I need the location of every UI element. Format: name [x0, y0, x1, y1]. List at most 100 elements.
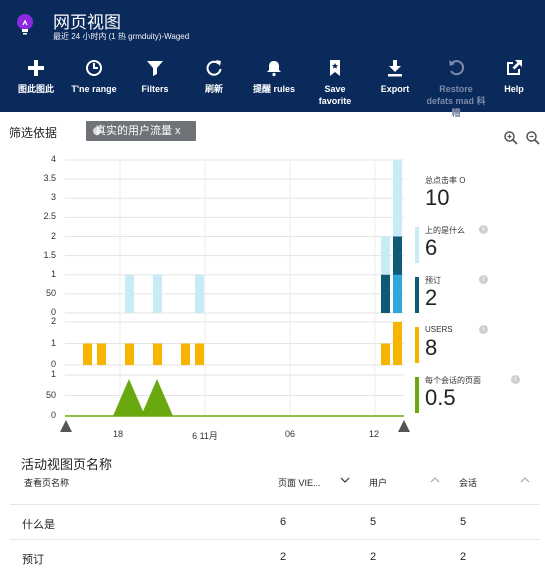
x-tick-label: 18: [112, 429, 123, 439]
metric-value: 6: [425, 235, 438, 260]
chart-bar: [97, 343, 106, 365]
header-bar: 网页视图 最近 24 小时内 (1 热 grmduity)-Waged: [0, 0, 545, 50]
undo-icon: [449, 60, 465, 76]
charts-svg: [60, 159, 410, 432]
cell-page-name: 什么是: [22, 519, 55, 531]
chart-bar: [153, 274, 162, 313]
y-tick-label: 1: [50, 369, 56, 379]
cell-sessions: 5: [460, 516, 467, 528]
save-favorite-button[interactable]: Save favorite: [305, 50, 365, 112]
metric-color-bar: [415, 227, 419, 263]
y-tick-label: 2.5: [43, 211, 56, 222]
clock-icon: [86, 60, 102, 76]
info-icon[interactable]: i: [511, 375, 520, 384]
chart-bar: [393, 322, 402, 365]
y-tick-label: 3: [50, 192, 56, 203]
alert-rules-button[interactable]: 提醒 rules: [244, 50, 304, 112]
metric-value: 0.5: [425, 385, 456, 410]
col-header-name[interactable]: 查看页名称: [24, 476, 69, 489]
y-tick-label: 2: [50, 230, 56, 241]
refresh-icon: [206, 60, 222, 76]
y-tick-label: 0: [50, 410, 56, 420]
toolbar: 图此图此 T'ne range Filters 刷新 提醒 rules Save…: [0, 50, 545, 118]
chart-bar: [83, 343, 92, 365]
chart-bar: [381, 343, 390, 365]
restore-defaults-button[interactable]: Restore defats mad 科糟: [426, 50, 486, 118]
chart-bar: [125, 343, 134, 365]
plus-icon: [28, 60, 44, 76]
chart-area: 4 3.5 3 2.5 2 1.5 1 50 0 210 1 50 0 18 6 11月 06 12: [0, 150, 412, 441]
external-link-icon: [507, 60, 522, 75]
info-icon[interactable]: i: [479, 325, 488, 334]
cell-sessions: 2: [460, 551, 467, 563]
x-tick-label: 12: [368, 429, 379, 439]
chart-bar: [153, 343, 162, 365]
y-tick-label: 1: [50, 268, 56, 279]
metric-tile[interactable]: 每个会话的页面 0.5 i: [413, 375, 538, 415]
metric-color-bar: [415, 277, 419, 313]
col-header-pageviews[interactable]: 页面 VIE...: [278, 476, 321, 489]
cell-pageviews: 6: [280, 516, 287, 528]
y-tick-label: 50: [45, 287, 56, 298]
info-icon[interactable]: i: [479, 275, 488, 284]
table-row[interactable]: 什么是 6 5 5: [10, 504, 540, 540]
zoom-out-icon[interactable]: [525, 130, 541, 146]
chart-bar: [381, 274, 390, 313]
x-tick-label: 06: [284, 429, 295, 439]
sort-desc-icon[interactable]: [340, 476, 350, 484]
area-peak: [141, 379, 173, 416]
y-tick-label: 1.5: [43, 249, 56, 260]
cell-users: 5: [370, 516, 377, 528]
filter-label: 筛选依据: [9, 126, 58, 140]
bookmark-icon: [330, 60, 340, 76]
add-button[interactable]: 图此图此: [6, 50, 66, 112]
metric-tile[interactable]: 预订 2i: [413, 275, 538, 315]
table-title: 活动视图页名称: [21, 457, 113, 472]
metric-value: 2: [425, 285, 438, 310]
col-header-users[interactable]: 用户: [369, 476, 387, 489]
y-tick-label: 3.5: [43, 173, 56, 184]
filter-chip[interactable]: 真实的用户流量 x: [86, 121, 196, 141]
zoom-in-icon[interactable]: [503, 130, 519, 146]
chart-bar: [393, 274, 402, 313]
col-header-sessions[interactable]: 会话: [459, 476, 477, 489]
y-tick-label: 2: [50, 316, 56, 326]
y-tick-label: 0: [50, 359, 56, 369]
sort-asc-icon[interactable]: [430, 476, 440, 484]
page-subtitle: 最近 24 小时内 (1 热 grmduity)-Waged: [53, 32, 190, 41]
chart-bar: [125, 274, 134, 313]
y-tick-label: 4: [50, 154, 56, 164]
y-tick-label: 50: [45, 389, 56, 400]
bell-icon: [267, 61, 281, 77]
metric-color-bar: [415, 327, 419, 363]
metric-color-bar: [415, 377, 419, 413]
cell-users: 2: [370, 551, 377, 563]
help-button[interactable]: Help: [486, 50, 542, 112]
metric-tile[interactable]: 上的是什么 6i: [413, 225, 538, 265]
metric-tile[interactable]: USERS 8 i: [413, 325, 538, 365]
metric-color-bar: [415, 177, 419, 213]
x-tick-label: 6 11月: [192, 431, 218, 441]
chart-bar: [195, 274, 204, 313]
lightbulb-icon: [17, 14, 33, 35]
page-title: 网页视图: [53, 13, 121, 32]
sort-asc-icon[interactable]: [520, 476, 530, 484]
refresh-button[interactable]: 刷新: [184, 50, 244, 112]
range-start-handle: [60, 420, 72, 432]
metric-label: USERS: [425, 325, 453, 334]
chart-bar: [195, 343, 204, 365]
filters-button[interactable]: Filters: [125, 50, 185, 112]
cell-pageviews: 2: [280, 551, 287, 563]
cell-page-name: 预订: [22, 554, 44, 566]
time-range-button[interactable]: T'ne range: [64, 50, 124, 112]
chart-bar: [181, 343, 190, 365]
y-tick-label: 1: [50, 337, 56, 348]
metric-tile[interactable]: 总点击率 O 10: [413, 175, 538, 215]
metric-value: 8: [425, 335, 438, 360]
area-peak: [113, 379, 145, 416]
table-row[interactable]: 预订 2 2 2: [10, 539, 540, 575]
info-icon[interactable]: i: [479, 225, 488, 234]
export-button[interactable]: Export: [365, 50, 425, 112]
range-end-handle: [398, 420, 410, 432]
filter-icon: [147, 61, 163, 76]
